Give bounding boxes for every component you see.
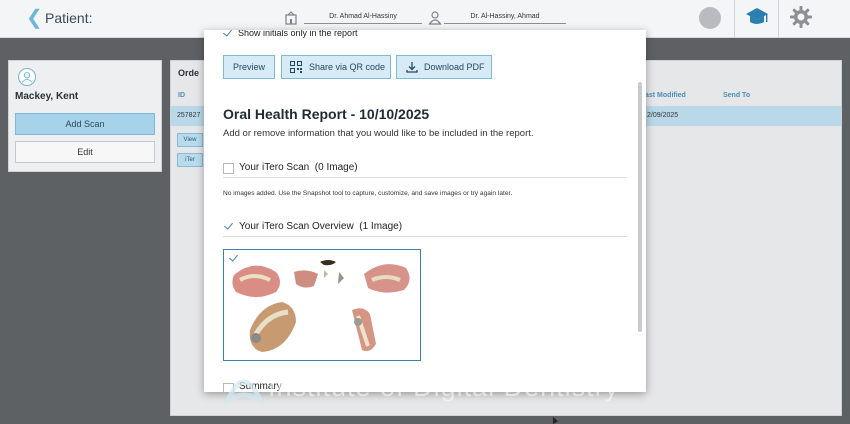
edit-button[interactable]: Edit bbox=[15, 141, 155, 163]
download-icon bbox=[406, 62, 418, 73]
watermark-logo bbox=[224, 379, 264, 404]
patient-name: Mackey, Kent bbox=[15, 91, 79, 102]
scan-overview-thumbnail[interactable] bbox=[223, 249, 421, 361]
view-button[interactable]: View bbox=[177, 133, 203, 147]
column-header-last-modified[interactable]: ast Modified bbox=[645, 92, 686, 99]
back-chevron-icon[interactable]: ❮ bbox=[26, 8, 43, 28]
order-last-modified: 2/09/2025 bbox=[647, 112, 679, 119]
report-subtitle: Add or remove information that you would… bbox=[223, 128, 534, 139]
itero-overview-section-title: Your iTero Scan Overview (1 Image) bbox=[239, 221, 402, 232]
mouse-cursor bbox=[553, 417, 558, 424]
oral-health-report-dialog: Show initials only in the report Preview… bbox=[204, 30, 646, 392]
watermark-text: Institute of Digital Dentistry bbox=[268, 372, 620, 402]
user-name-field[interactable]: Dr. Al-Hassiny, Ahmad bbox=[444, 12, 566, 24]
section-divider bbox=[223, 236, 627, 237]
qr-code-icon bbox=[290, 61, 302, 73]
clinic-icon bbox=[285, 11, 297, 25]
itero-scan-count: (0 Image) bbox=[314, 162, 358, 173]
user-icon bbox=[428, 11, 442, 25]
section-divider bbox=[223, 177, 627, 178]
preview-button[interactable]: Preview bbox=[223, 55, 275, 79]
share-qr-button[interactable]: Share via QR code bbox=[281, 55, 391, 79]
avatar[interactable] bbox=[699, 7, 721, 29]
scrollbar[interactable] bbox=[638, 82, 642, 332]
orders-title: Orde bbox=[178, 68, 200, 78]
itero-scan-overview-checkbox[interactable] bbox=[224, 221, 235, 232]
itero-scan-section-title: Your iTero Scan (0 Image) bbox=[239, 162, 358, 173]
itero-overview-title: Your iTero Scan Overview bbox=[239, 221, 354, 232]
itero-scan-checkbox[interactable] bbox=[223, 163, 234, 174]
report-title: Oral Health Report - 10/10/2025 bbox=[223, 106, 430, 122]
download-pdf-label: Download PDF bbox=[424, 62, 485, 72]
divider bbox=[734, 0, 735, 38]
download-pdf-button[interactable]: Download PDF bbox=[396, 55, 492, 79]
itero-overview-count: (1 Image) bbox=[359, 221, 403, 232]
person-icon bbox=[18, 68, 36, 86]
itero-scan-title: Your iTero Scan bbox=[239, 162, 310, 173]
gear-icon[interactable] bbox=[790, 6, 812, 28]
show-initials-checkbox[interactable] bbox=[223, 30, 234, 39]
doctor-name-field[interactable]: Dr. Ahmad Al-Hassiny bbox=[304, 12, 422, 24]
column-header-id[interactable]: ID bbox=[178, 92, 185, 99]
column-header-send-to[interactable]: Send To bbox=[723, 92, 750, 99]
dental-scan-image bbox=[232, 260, 410, 352]
add-scan-button[interactable]: Add Scan bbox=[15, 113, 155, 135]
divider bbox=[778, 0, 779, 38]
no-images-note: No images added. Use the Snapshot tool t… bbox=[223, 190, 513, 197]
thumbnail-checkbox[interactable] bbox=[229, 253, 240, 264]
order-id: 257827 bbox=[177, 112, 201, 119]
share-qr-label: Share via QR code bbox=[309, 62, 386, 72]
patient-card: Mackey, Kent Add Scan Edit bbox=[8, 60, 162, 172]
patient-label: Patient: bbox=[45, 10, 93, 26]
show-initials-label: Show initials only in the report bbox=[238, 30, 358, 38]
itero-button[interactable]: iTer bbox=[177, 153, 203, 167]
graduation-cap-icon[interactable] bbox=[745, 5, 769, 29]
